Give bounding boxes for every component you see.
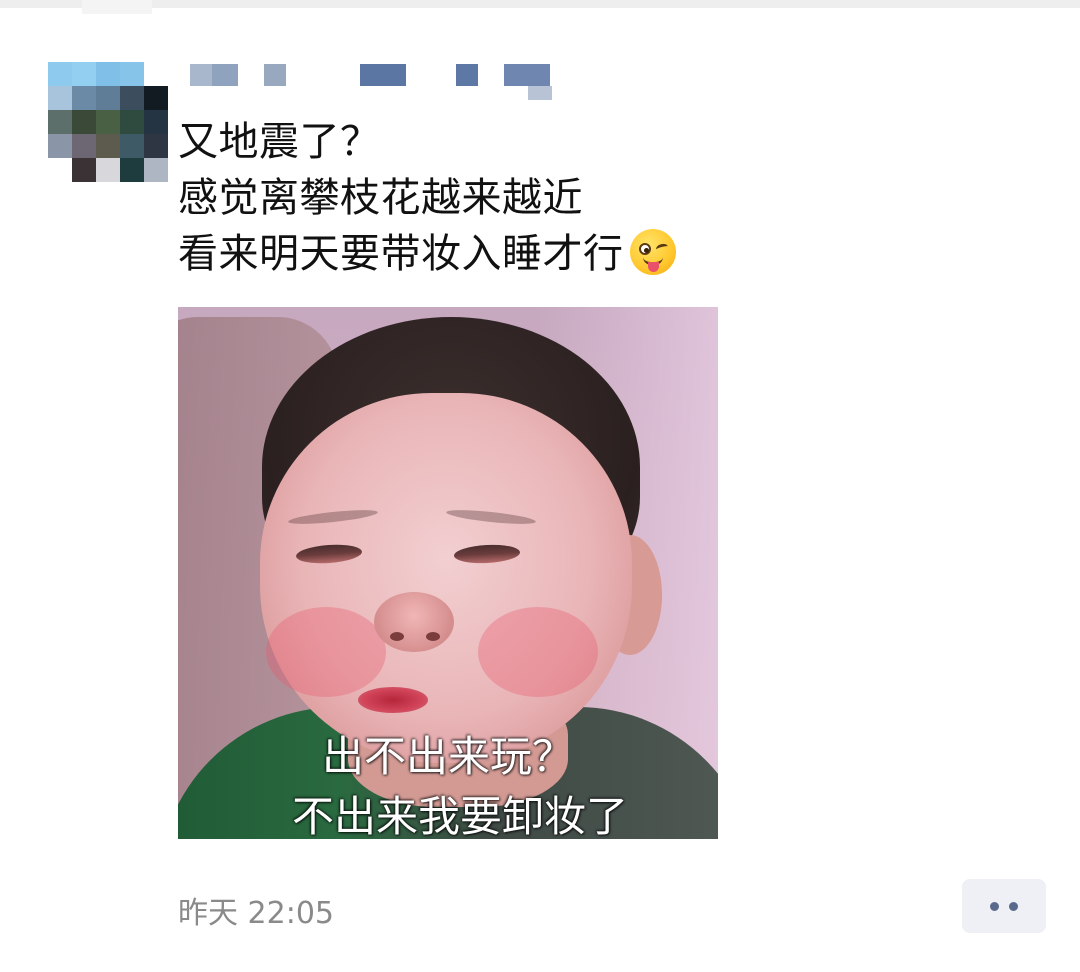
more-dots-icon [1009,901,1018,911]
meme-nostril [390,632,404,641]
avatar[interactable] [48,62,168,182]
post-text-line-content: 看来明天要带妆入睡才行 [178,231,624,277]
nickname[interactable] [190,62,560,102]
nickname-block [212,64,238,86]
meme-cheek [478,607,598,697]
nickname-block [190,64,212,86]
more-button[interactable] [962,879,1046,933]
image-caption: 出不出来玩？ [321,732,574,781]
post-text-line: 又地震了？ [178,119,381,165]
meme-cheek [266,607,386,697]
nickname-block [264,64,286,86]
nickname-block [528,86,552,100]
meme-face [260,393,632,763]
more-dots-icon [990,901,999,911]
nickname-block [456,64,478,86]
image-caption: 不出来我要卸妆了 [291,792,628,840]
meme-nostril [426,632,440,641]
top-edge [0,0,1080,8]
meme-nose [374,592,454,652]
post-text-line: 感觉离攀枝花越来越近 [178,175,583,221]
winking-face-with-tongue-icon [629,229,676,275]
nickname-block [504,64,550,86]
meme-lips [358,687,428,713]
post-image[interactable]: 出不出来玩？ 不出来我要卸妆了 [178,307,718,839]
post-text-line: 看来明天要带妆入睡才行 [178,226,676,282]
post-text: 又地震了？ 感觉离攀枝花越来越近 看来明天要带妆入睡才行 [178,114,676,282]
nickname-block [360,64,406,86]
timestamp: 昨天 22:05 [178,896,334,931]
top-edge-tab [82,0,152,14]
